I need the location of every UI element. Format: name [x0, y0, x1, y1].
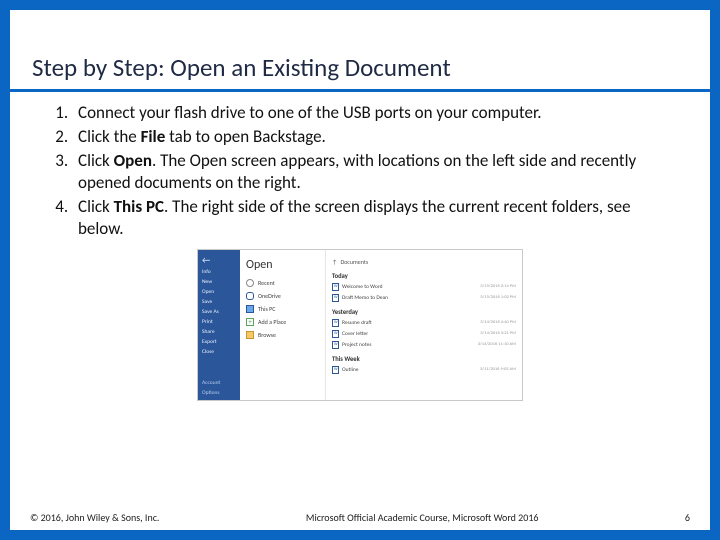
step-text: Click: [78, 196, 114, 217]
step-item: Click Open. The Open screen appears, wit…: [72, 150, 678, 194]
top-margin: [10, 10, 710, 48]
step-bold: Open: [114, 150, 152, 171]
backstage-screenshot: ← Info New Open Save Save As Print Share…: [197, 249, 523, 401]
plus-icon: +: [246, 318, 254, 326]
screenshot-wrap: ← Info New Open Save Save As Print Share…: [42, 249, 678, 401]
course-title: Microsoft Official Academic Course, Micr…: [306, 511, 539, 524]
folder-icon: [246, 331, 254, 339]
doc-meta: 3/14/2016 4:40 PM: [480, 320, 516, 325]
rail-item[interactable]: Info: [202, 269, 236, 275]
slide-title: Step by Step: Open an Existing Document: [10, 48, 710, 92]
document-item[interactable]: Welcome to Word 3/15/2016 2:14 PM: [332, 283, 516, 291]
open-locations: Open Recent OneDrive This PC + Add a Plac…: [240, 250, 326, 400]
slide-body: Connect your flash drive to one of the U…: [10, 92, 710, 507]
breadcrumb-label: Documents: [340, 258, 368, 266]
location-label: OneDrive: [258, 292, 281, 300]
doc-name: Project notes: [342, 342, 372, 348]
rail-item[interactable]: Open: [202, 289, 236, 295]
document-item[interactable]: Draft Memo to Dean 3/15/2016 1:02 PM: [332, 294, 516, 302]
open-heading: Open: [246, 258, 319, 272]
rail-item[interactable]: Account: [202, 380, 236, 386]
location-label: Add a Place: [258, 318, 286, 326]
word-doc-icon: [332, 341, 339, 349]
step-item: Click the File tab to open Backstage.: [72, 126, 678, 148]
doc-meta: 3/14/2016 3:21 PM: [480, 331, 516, 336]
step-text: tab to open Backstage.: [165, 126, 326, 147]
rail-item[interactable]: Options: [202, 390, 236, 396]
up-arrow-icon: ↑: [332, 258, 337, 266]
recent-documents: ↑Documents Today Welcome to Word 3/15/201…: [326, 250, 522, 400]
location-recent[interactable]: Recent: [246, 279, 319, 287]
location-this-pc[interactable]: This PC: [246, 305, 319, 313]
doc-name: Cover letter: [342, 331, 368, 337]
rail-item[interactable]: New: [202, 279, 236, 285]
copyright: © 2016, John Wiley & Sons, Inc.: [30, 511, 159, 524]
rail-item[interactable]: Export: [202, 339, 236, 345]
step-list: Connect your flash drive to one of the U…: [42, 102, 678, 241]
rail-item[interactable]: Print: [202, 319, 236, 325]
step-text: Connect your flash drive to one of the U…: [78, 102, 542, 123]
step-text: Click: [78, 150, 114, 171]
doc-meta: 3/11/2016 9:05 AM: [480, 367, 516, 372]
rail-item[interactable]: Close: [202, 349, 236, 355]
clock-icon: [246, 279, 254, 287]
cloud-icon: [246, 292, 254, 300]
step-bold: File: [141, 126, 166, 147]
location-onedrive[interactable]: OneDrive: [246, 292, 319, 300]
doc-meta: 3/14/2016 11:10 AM: [478, 342, 516, 347]
back-arrow-icon[interactable]: ←: [202, 256, 236, 265]
group-heading: Yesterday: [332, 308, 516, 316]
word-doc-icon: [332, 283, 339, 291]
document-item[interactable]: Outline 3/11/2016 9:05 AM: [332, 366, 516, 374]
pc-icon: [246, 305, 254, 313]
doc-name: Resume draft: [342, 320, 372, 326]
slide: Step by Step: Open an Existing Document …: [0, 0, 720, 540]
slide-footer: © 2016, John Wiley & Sons, Inc. Microsof…: [10, 507, 710, 530]
backstage-rail: ← Info New Open Save Save As Print Share…: [198, 250, 240, 400]
step-text: . The Open screen appears, with location…: [78, 150, 636, 193]
location-label: Recent: [258, 279, 275, 287]
location-add-place[interactable]: + Add a Place: [246, 318, 319, 326]
word-doc-icon: [332, 294, 339, 302]
word-doc-icon: [332, 319, 339, 327]
doc-meta: 3/15/2016 1:02 PM: [480, 295, 516, 300]
location-label: Browse: [258, 331, 276, 339]
doc-name: Outline: [342, 367, 359, 373]
rail-item[interactable]: Save: [202, 299, 236, 305]
word-doc-icon: [332, 366, 339, 374]
page-number: 6: [685, 511, 690, 524]
step-text: Click the: [78, 126, 141, 147]
step-item: Click This PC. The right side of the scr…: [72, 196, 678, 240]
group-heading: Today: [332, 272, 516, 280]
breadcrumb[interactable]: ↑Documents: [332, 258, 516, 266]
document-item[interactable]: Cover letter 3/14/2016 3:21 PM: [332, 330, 516, 338]
group-heading: This Week: [332, 355, 516, 363]
rail-item[interactable]: Share: [202, 329, 236, 335]
document-item[interactable]: Resume draft 3/14/2016 4:40 PM: [332, 319, 516, 327]
doc-meta: 3/15/2016 2:14 PM: [480, 284, 516, 289]
rail-item[interactable]: Save As: [202, 309, 236, 315]
document-item[interactable]: Project notes 3/14/2016 11:10 AM: [332, 341, 516, 349]
doc-name: Draft Memo to Dean: [342, 295, 388, 301]
location-label: This PC: [258, 305, 275, 313]
step-bold: This PC: [114, 196, 164, 217]
doc-name: Welcome to Word: [342, 284, 382, 290]
step-item: Connect your flash drive to one of the U…: [72, 102, 678, 124]
location-browse[interactable]: Browse: [246, 331, 319, 339]
word-doc-icon: [332, 330, 339, 338]
